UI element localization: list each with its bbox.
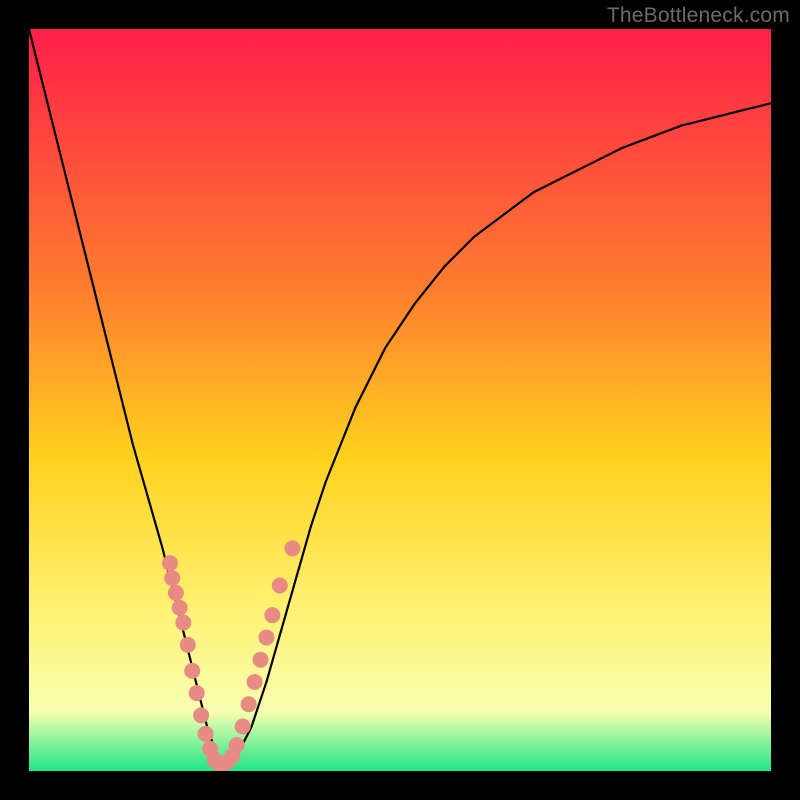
data-marker (189, 685, 205, 701)
data-marker (162, 555, 178, 571)
data-marker (164, 570, 180, 586)
data-marker (229, 737, 245, 753)
data-marker (193, 707, 209, 723)
plot-area (29, 29, 771, 771)
data-marker (235, 718, 251, 734)
gradient-background (29, 29, 771, 771)
data-marker (284, 540, 300, 556)
data-marker (241, 696, 257, 712)
data-marker (198, 726, 214, 742)
data-marker (172, 600, 188, 616)
data-marker (180, 637, 196, 653)
data-marker (168, 585, 184, 601)
data-marker (272, 578, 288, 594)
data-marker (258, 629, 274, 645)
data-marker (247, 674, 263, 690)
chart-svg (29, 29, 771, 771)
chart-frame: TheBottleneck.com (0, 0, 800, 800)
data-marker (175, 615, 191, 631)
data-marker (184, 663, 200, 679)
data-marker (253, 652, 269, 668)
watermark-text: TheBottleneck.com (607, 4, 790, 28)
data-marker (264, 607, 280, 623)
